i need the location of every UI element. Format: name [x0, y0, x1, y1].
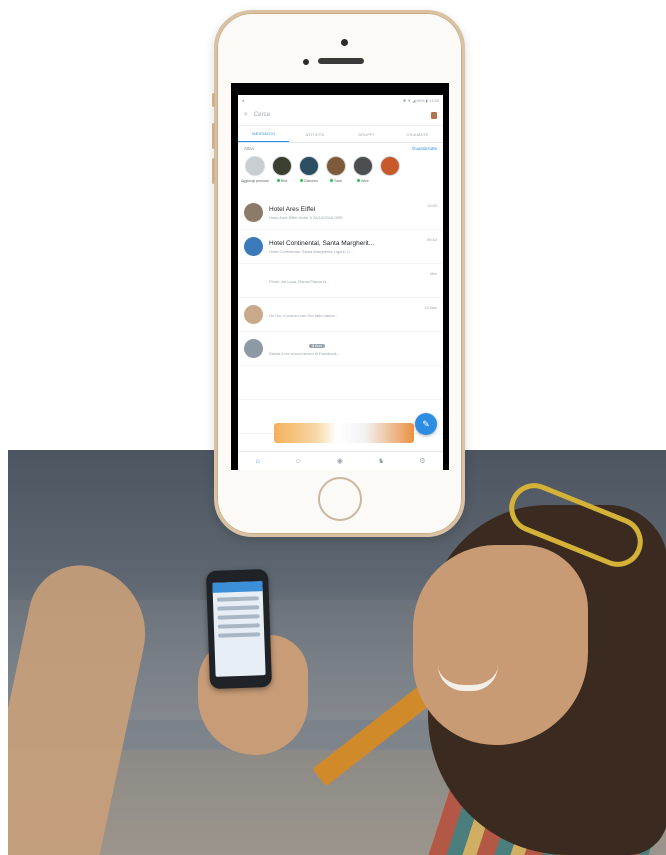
- status-time: 13:59: [428, 97, 439, 103]
- contact-avatar: [245, 156, 265, 176]
- home-icon[interactable]: ⌂: [255, 458, 259, 465]
- active-contact[interactable]: Alice: [352, 156, 374, 194]
- conversation-avatar: [244, 339, 263, 358]
- mute-switch: [212, 93, 215, 107]
- conversation-preview: Saluta il tuo nuovo amico di Facebook...: [269, 350, 340, 356]
- contact-avatar: [326, 156, 346, 176]
- home-button[interactable]: [318, 477, 362, 521]
- conversation-preview: Ho l'ho, il pranzo non l'ho fatto hanno.…: [269, 313, 339, 318]
- earpiece-speaker: [318, 58, 364, 64]
- tab-messaggi[interactable]: MESSAGGI: [238, 126, 290, 142]
- tab-chiamate[interactable]: CHIAMATE: [392, 126, 443, 142]
- conversation-title: 8 Ann: [269, 342, 437, 349]
- handheld-phone: [205, 568, 273, 690]
- conversation-tag: 8 Ann: [309, 343, 325, 348]
- online-indicator: [276, 179, 280, 182]
- search-bar[interactable]: ⌕ Cerca: [238, 105, 443, 126]
- tab-bar: MESSAGGI ATTIVITÀ GRUPPI CHIAMATE: [238, 126, 443, 143]
- active-label: Attivi: [244, 146, 254, 151]
- tab-gruppi[interactable]: GRUPPI: [341, 126, 392, 142]
- conversation-time: 13 Nov: [424, 305, 437, 310]
- games-icon[interactable]: ♞: [378, 457, 384, 465]
- active-header: Attivi Guarda tutte: [238, 143, 443, 154]
- contact-name: Alice: [357, 179, 369, 183]
- contact-avatar: [353, 156, 373, 176]
- conversation-row[interactable]: Ho l'ho, il pranzo non l'ho fatto hanno.…: [238, 298, 443, 332]
- search-icon: ⌕: [244, 111, 248, 118]
- online-indicator: [299, 179, 303, 182]
- contact-name: Sara: [330, 179, 342, 183]
- contact-avatar: [272, 156, 292, 176]
- conversation-list: Hotel Ares Eiffel Hotel Ares Eiffel Hotel…: [238, 196, 443, 434]
- contact-name: Giacomo: [299, 179, 318, 183]
- tab-attività[interactable]: ATTIVITÀ: [289, 126, 340, 142]
- handheld-phone-screen: [212, 581, 266, 677]
- contact-name: Rita: [276, 179, 287, 183]
- active-contact[interactable]: Giacomo: [298, 156, 320, 194]
- contact-name: Aggiungi persone: [241, 179, 269, 183]
- active-contact[interactable]: [379, 156, 401, 194]
- bottom-nav: ⌂ ☺ ◉ ♞ ⚙: [238, 451, 443, 470]
- conversation-avatar: [244, 407, 263, 426]
- online-indicator: [330, 179, 334, 182]
- active-contact[interactable]: Aggiungi persone: [241, 156, 269, 194]
- online-indicator: [357, 179, 361, 182]
- conversation-row[interactable]: [238, 366, 443, 400]
- conversation-time: 09:42: [426, 237, 437, 242]
- conversation-title: Hotel Continental, Santa Margherit...: [269, 239, 375, 247]
- settings-icon[interactable]: ⚙: [419, 457, 425, 465]
- conversation-avatar: [244, 203, 263, 222]
- messenger-app: ● ✱ ▼ ◢ 85% ▮ 13:59 ⌕ Cerca MESSAGGI ATTI…: [238, 95, 443, 470]
- conversation-avatar: [244, 271, 263, 290]
- conversation-time: 10:53: [426, 203, 437, 208]
- people-icon[interactable]: ☺: [295, 458, 302, 465]
- status-icons: ✱ ▼ ◢ 85% ▮: [402, 97, 428, 103]
- conversation-preview: Hotel Continental, Santa Margherita Ligu…: [269, 248, 354, 254]
- conversation-row[interactable]: Hotel Continental, Santa Margherit... Hot…: [238, 230, 443, 264]
- active-contacts: Aggiungi persone Rita Giacomo Sara Alice: [238, 154, 443, 194]
- volume-up-button: [212, 123, 215, 149]
- contact-avatar: [380, 156, 400, 176]
- conversation-preview: Photo Via Luca, Roma Piazza N...: [269, 279, 330, 284]
- contact-avatar: [299, 156, 319, 176]
- conversation-avatar: [244, 237, 263, 256]
- compose-icon: ✎: [422, 418, 430, 429]
- compose-button[interactable]: ✎: [415, 413, 437, 435]
- iphone-mockup: ● ✱ ▼ ◢ 85% ▮ 13:59 ⌕ Cerca MESSAGGI ATTI…: [212, 10, 465, 537]
- sensor: [303, 59, 309, 65]
- active-contact[interactable]: Sara: [325, 156, 347, 194]
- conversation-title: Hotel Ares Eiffel: [269, 205, 316, 213]
- conversation-row[interactable]: 8 Ann Saluta il tuo nuovo amico di Facebo…: [238, 332, 443, 366]
- profile-avatar[interactable]: [431, 111, 437, 119]
- camera-icon[interactable]: ◉: [337, 457, 343, 465]
- volume-down-button: [212, 158, 215, 184]
- conversation-avatar: [244, 305, 263, 324]
- status-bar: ● ✱ ▼ ◢ 85% ▮ 13:59: [238, 95, 443, 105]
- search-input[interactable]: Cerca: [254, 112, 425, 118]
- ad-banner[interactable]: [274, 423, 414, 443]
- conversation-preview: Hotel Ares Eiffel Hotel: Il 26/10/2016 O…: [269, 214, 343, 220]
- conversation-row[interactable]: Hotel Ares Eiffel Hotel Ares Eiffel Hotel…: [238, 196, 443, 230]
- woman-face: [413, 545, 588, 745]
- active-contact[interactable]: Rita: [271, 156, 293, 194]
- conversation-avatar: [244, 373, 263, 392]
- conversation-row[interactable]: Photo Via Luca, Roma Piazza N... Mer: [238, 264, 443, 298]
- front-camera: [341, 39, 348, 46]
- phone-screen: ● ✱ ▼ ◢ 85% ▮ 13:59 ⌕ Cerca MESSAGGI ATTI…: [231, 83, 449, 470]
- signal-icon: ●: [242, 97, 245, 103]
- see-all-link[interactable]: Guarda tutte: [412, 146, 437, 151]
- conversation-time: Mer: [430, 271, 437, 276]
